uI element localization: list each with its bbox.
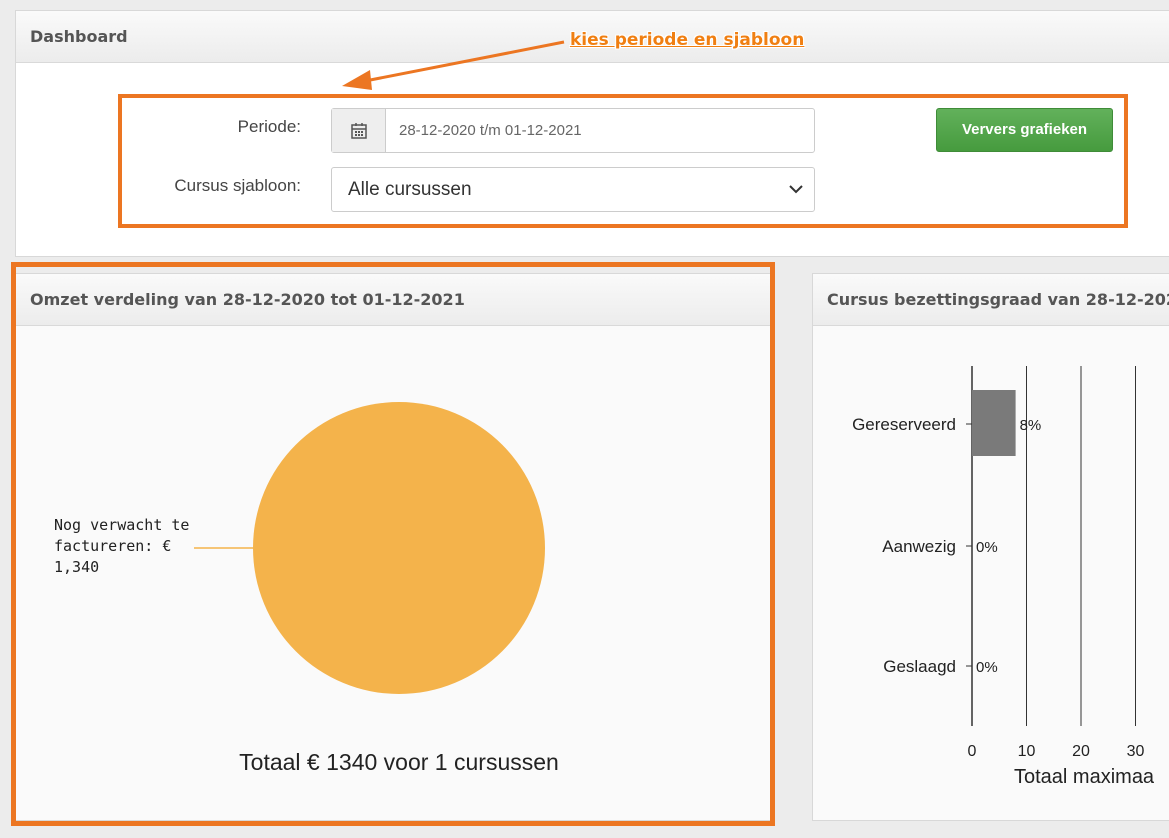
occupancy-panel: Cursus bezettingsgraad van 28-12-2020 0 1…	[812, 273, 1169, 821]
x-tick-label: 30	[1127, 743, 1145, 760]
bar	[972, 390, 1016, 456]
revenue-pie-chart: Nog verwacht te factureren: € 1,340 Tota…	[54, 402, 559, 775]
revenue-title: Omzet verdeling van 28-12-2020 tot 01-12…	[16, 274, 771, 326]
callout-text: kies periode en sjabloon	[570, 30, 805, 50]
revenue-panel: Omzet verdeling van 28-12-2020 tot 01-12…	[15, 273, 772, 821]
data-label: 8%	[1020, 417, 1042, 434]
x-tick-label: 10	[1018, 743, 1036, 760]
period-field[interactable]: 28-12-2020 t/m 01-12-2021	[331, 108, 815, 153]
chevron-down-icon	[789, 185, 803, 194]
period-label: Periode:	[237, 117, 301, 136]
occupancy-title: Cursus bezettingsgraad van 28-12-2020	[813, 274, 1169, 326]
callout-arrow	[342, 40, 565, 90]
period-value: 28-12-2020 t/m 01-12-2021	[399, 122, 582, 139]
revenue-total: Totaal € 1340 voor 1 cursussen	[239, 749, 559, 775]
template-label: Cursus sjabloon:	[174, 176, 301, 195]
occupancy-bar-chart: 0 10 20 30 Gereserveerd 8% Aanwezig 0% Geslaagd 0…	[852, 366, 1155, 788]
refresh-charts-button[interactable]: Ververs grafieken	[936, 108, 1113, 152]
data-label: 0%	[976, 539, 998, 556]
category-label: Aanwezig	[882, 537, 956, 556]
x-axis-label: Totaal maximaa	[1014, 766, 1155, 788]
template-select[interactable]: Alle cursussen	[331, 167, 815, 212]
calendar-icon[interactable]	[332, 109, 386, 152]
data-label: 0%	[976, 659, 998, 676]
x-tick-label: 0	[968, 743, 977, 760]
pie-label: Nog verwacht te factureren: € 1,340	[54, 516, 199, 576]
category-label: Gereserveerd	[852, 415, 956, 434]
x-tick-label: 20	[1072, 743, 1090, 760]
category-label: Geslaagd	[883, 657, 956, 676]
pie-slice-nog-verwacht	[253, 402, 545, 694]
template-selected-value: Alle cursussen	[348, 179, 472, 200]
